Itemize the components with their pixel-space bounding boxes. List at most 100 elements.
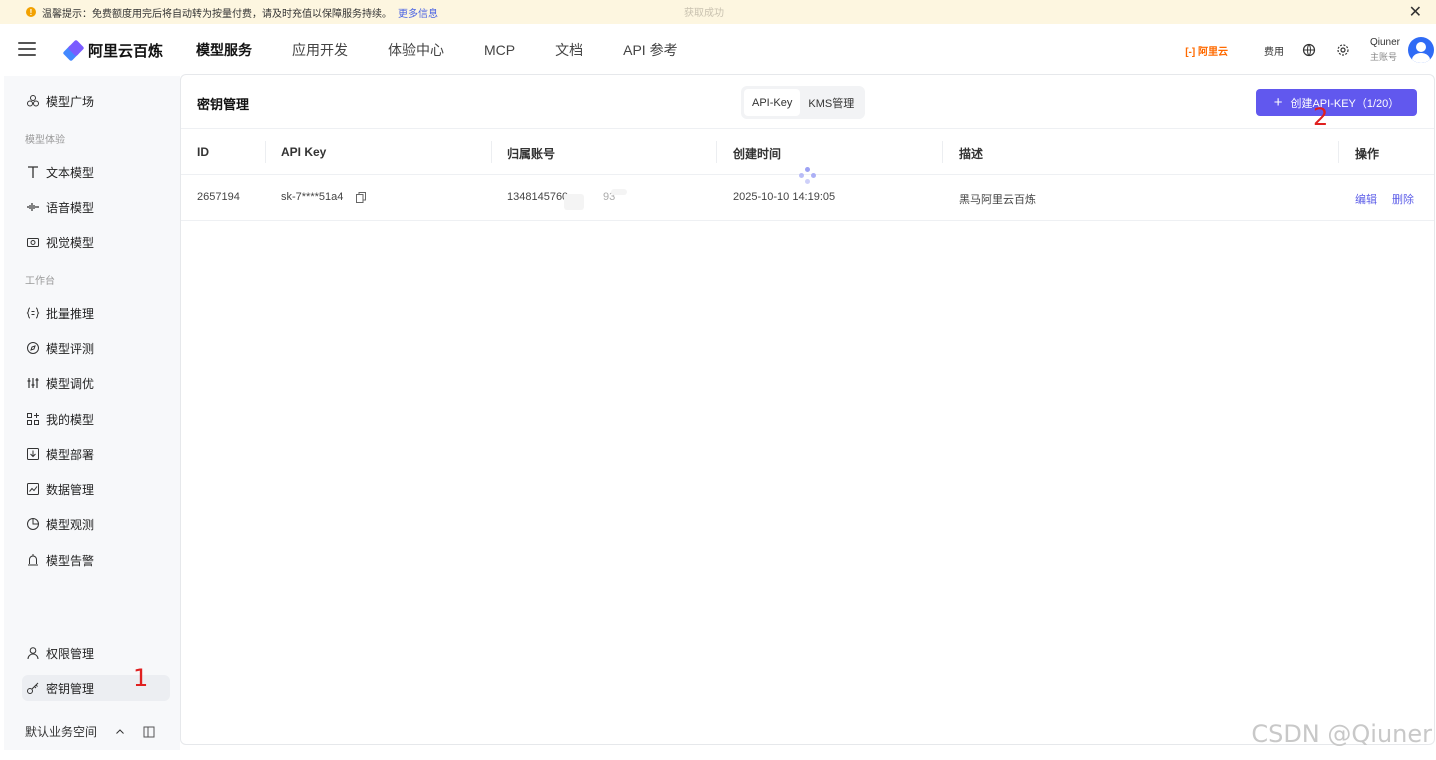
nav-api-reference[interactable]: API 参考 [623, 40, 677, 60]
cell-created: 2025-10-10 14:19:05 [733, 191, 836, 203]
column-header-api-key: API Key [281, 145, 327, 159]
create-button-label: 创建API-KEY（1/20） [1290, 97, 1400, 110]
camera-icon [27, 238, 39, 247]
sidebar-item-label: 模型观测 [46, 517, 95, 532]
page-title: 密钥管理 [197, 97, 250, 112]
sidebar-item-label: 模型告警 [46, 553, 95, 568]
download-box-icon [27, 448, 39, 460]
sidebar-item-data-management[interactable]: 数据管理 [22, 476, 170, 502]
cell-api-key: sk-7****51a4 [281, 191, 344, 203]
sidebar-item-label: 权限管理 [46, 646, 95, 661]
waveform-icon [27, 203, 39, 211]
sidebar-item-label: 模型调优 [46, 376, 95, 391]
column-divider [491, 141, 492, 163]
user-role: 主账号 [1369, 52, 1397, 62]
create-api-key-button[interactable]: + 创建API-KEY（1/20） [1256, 89, 1417, 116]
sidebar-item-voice-model[interactable]: 语音模型 [22, 194, 170, 220]
sliders-icon [27, 378, 39, 388]
top-navigation-bar: 阿里云百炼 模型服务 应用开发 体验中心 MCP 文档 API 参考 [-] 阿… [0, 24, 1436, 76]
fee-link[interactable]: 费用 [1264, 43, 1284, 58]
sidebar-item-model-plaza[interactable]: 模型广场 [22, 88, 170, 114]
workspace-switcher[interactable]: 默认业务空间 [25, 723, 165, 740]
tab-kms[interactable]: KMS管理 [800, 89, 862, 116]
sidebar-item-label: 语音模型 [46, 200, 95, 215]
sidebar-item-label: 密钥管理 [46, 681, 95, 696]
sidebar: 模型广场 模型体验 文本模型 语音模型 视觉模型 工作台 批量推理 模型评测 模… [4, 76, 180, 750]
delete-link[interactable]: 删除 [1392, 191, 1414, 207]
sidebar-item-model-tuning[interactable]: 模型调优 [22, 370, 170, 396]
cell-description: 黑马阿里云百炼 [959, 194, 1036, 206]
nav-model-service[interactable]: 模型服务 [196, 40, 252, 60]
redaction-blur [611, 189, 627, 195]
close-icon[interactable]: ✕ [1409, 2, 1422, 22]
sidebar-item-model-observe[interactable]: 模型观测 [22, 511, 170, 537]
nav-docs[interactable]: 文档 [555, 40, 583, 60]
logo[interactable]: 阿里云百炼 [62, 39, 163, 61]
more-info-link[interactable]: 更多信息 [398, 5, 438, 20]
sidebar-group-experience: 模型体验 [25, 135, 65, 146]
pie-chart-icon [27, 518, 39, 530]
column-divider [1338, 141, 1339, 163]
tab-api-key[interactable]: API-Key [744, 89, 801, 116]
globe-icon[interactable] [1302, 43, 1316, 57]
sidebar-item-model-alert[interactable]: 模型告警 [22, 547, 170, 573]
column-header-account: 归属账号 [507, 147, 556, 161]
key-icon [27, 682, 39, 694]
chevron-up-icon[interactable] [115, 727, 125, 737]
text-icon [28, 166, 38, 178]
main-panel: 密钥管理 API-Key KMS管理 + 创建API-KEY（1/20） 2 I… [180, 74, 1435, 745]
sidebar-item-label: 文本模型 [46, 165, 95, 180]
workspace-name: 默认业务空间 [25, 725, 98, 739]
grid-add-icon [27, 413, 39, 425]
table-row: 2657194 sk-7****51a4 1348145760 93 2025-… [181, 175, 1434, 221]
panel-header: 密钥管理 API-Key KMS管理 + 创建API-KEY（1/20） 2 [181, 75, 1434, 131]
nav-app-dev[interactable]: 应用开发 [292, 40, 348, 60]
collapse-sidebar-icon[interactable] [143, 726, 155, 738]
sidebar-item-label: 模型评测 [46, 341, 95, 356]
avatar[interactable] [1408, 37, 1434, 63]
sidebar-item-permission-mgmt[interactable]: 权限管理 [22, 640, 170, 666]
copy-icon[interactable] [356, 192, 366, 203]
column-header-actions: 操作 [1355, 147, 1380, 161]
menu-icon[interactable] [18, 42, 36, 56]
sidebar-group-workbench: 工作台 [25, 276, 55, 287]
braces-icon [26, 307, 40, 319]
column-divider [942, 141, 943, 163]
tab-group: API-Key KMS管理 [741, 86, 866, 119]
alarm-icon [28, 554, 38, 566]
sidebar-item-batch-inference[interactable]: 批量推理 [22, 300, 170, 326]
annotation-number-one: 1 [133, 664, 149, 692]
column-divider [265, 141, 266, 163]
main-nav: 模型服务 应用开发 体验中心 MCP 文档 API 参考 [196, 24, 718, 76]
sidebar-item-my-models[interactable]: 我的模型 [22, 406, 170, 432]
notice-bar: ! 温馨提示：免费额度用完后将自动转为按量付费，请及时充值以保障服务持续。 更多… [0, 0, 1436, 24]
redaction-blur [564, 194, 584, 210]
sidebar-item-vision-model[interactable]: 视觉模型 [22, 229, 170, 255]
edit-link[interactable]: 编辑 [1355, 191, 1377, 207]
notice-text: 温馨提示：免费额度用完后将自动转为按量付费，请及时充值以保障服务持续。 [42, 8, 392, 20]
plus-icon: + [1273, 94, 1283, 111]
compass-icon [27, 342, 39, 354]
header-tools: [-] 阿里云 费用 Qiuner 主账号 [1185, 24, 1436, 76]
cell-id: 2657194 [197, 191, 240, 203]
sidebar-item-model-eval[interactable]: 模型评测 [22, 335, 170, 361]
sidebar-item-label: 我的模型 [46, 412, 95, 427]
gear-icon[interactable] [1336, 43, 1350, 57]
cell-account: 1348145760 [507, 191, 569, 203]
sidebar-item-label: 批量推理 [46, 306, 95, 321]
sidebar-item-label: 视觉模型 [46, 235, 95, 250]
user-name: Qiuner [1369, 37, 1400, 48]
logo-icon [62, 39, 85, 61]
column-header-id: ID [197, 145, 209, 159]
nav-mcp[interactable]: MCP [484, 42, 515, 58]
sidebar-item-model-deploy[interactable]: 模型部署 [22, 441, 170, 467]
column-header-description: 描述 [959, 147, 984, 161]
sidebar-item-text-model[interactable]: 文本模型 [22, 159, 170, 185]
annotation-number-two: 2 [1313, 103, 1329, 131]
nav-experience-center[interactable]: 体验中心 [388, 40, 444, 60]
user-info[interactable]: Qiuner 主账号 [1370, 36, 1400, 64]
sidebar-item-label: 数据管理 [46, 482, 95, 497]
cube-cluster-icon [27, 95, 39, 107]
column-divider [716, 141, 717, 163]
aliyun-logo[interactable]: [-] 阿里云 [1185, 43, 1228, 58]
